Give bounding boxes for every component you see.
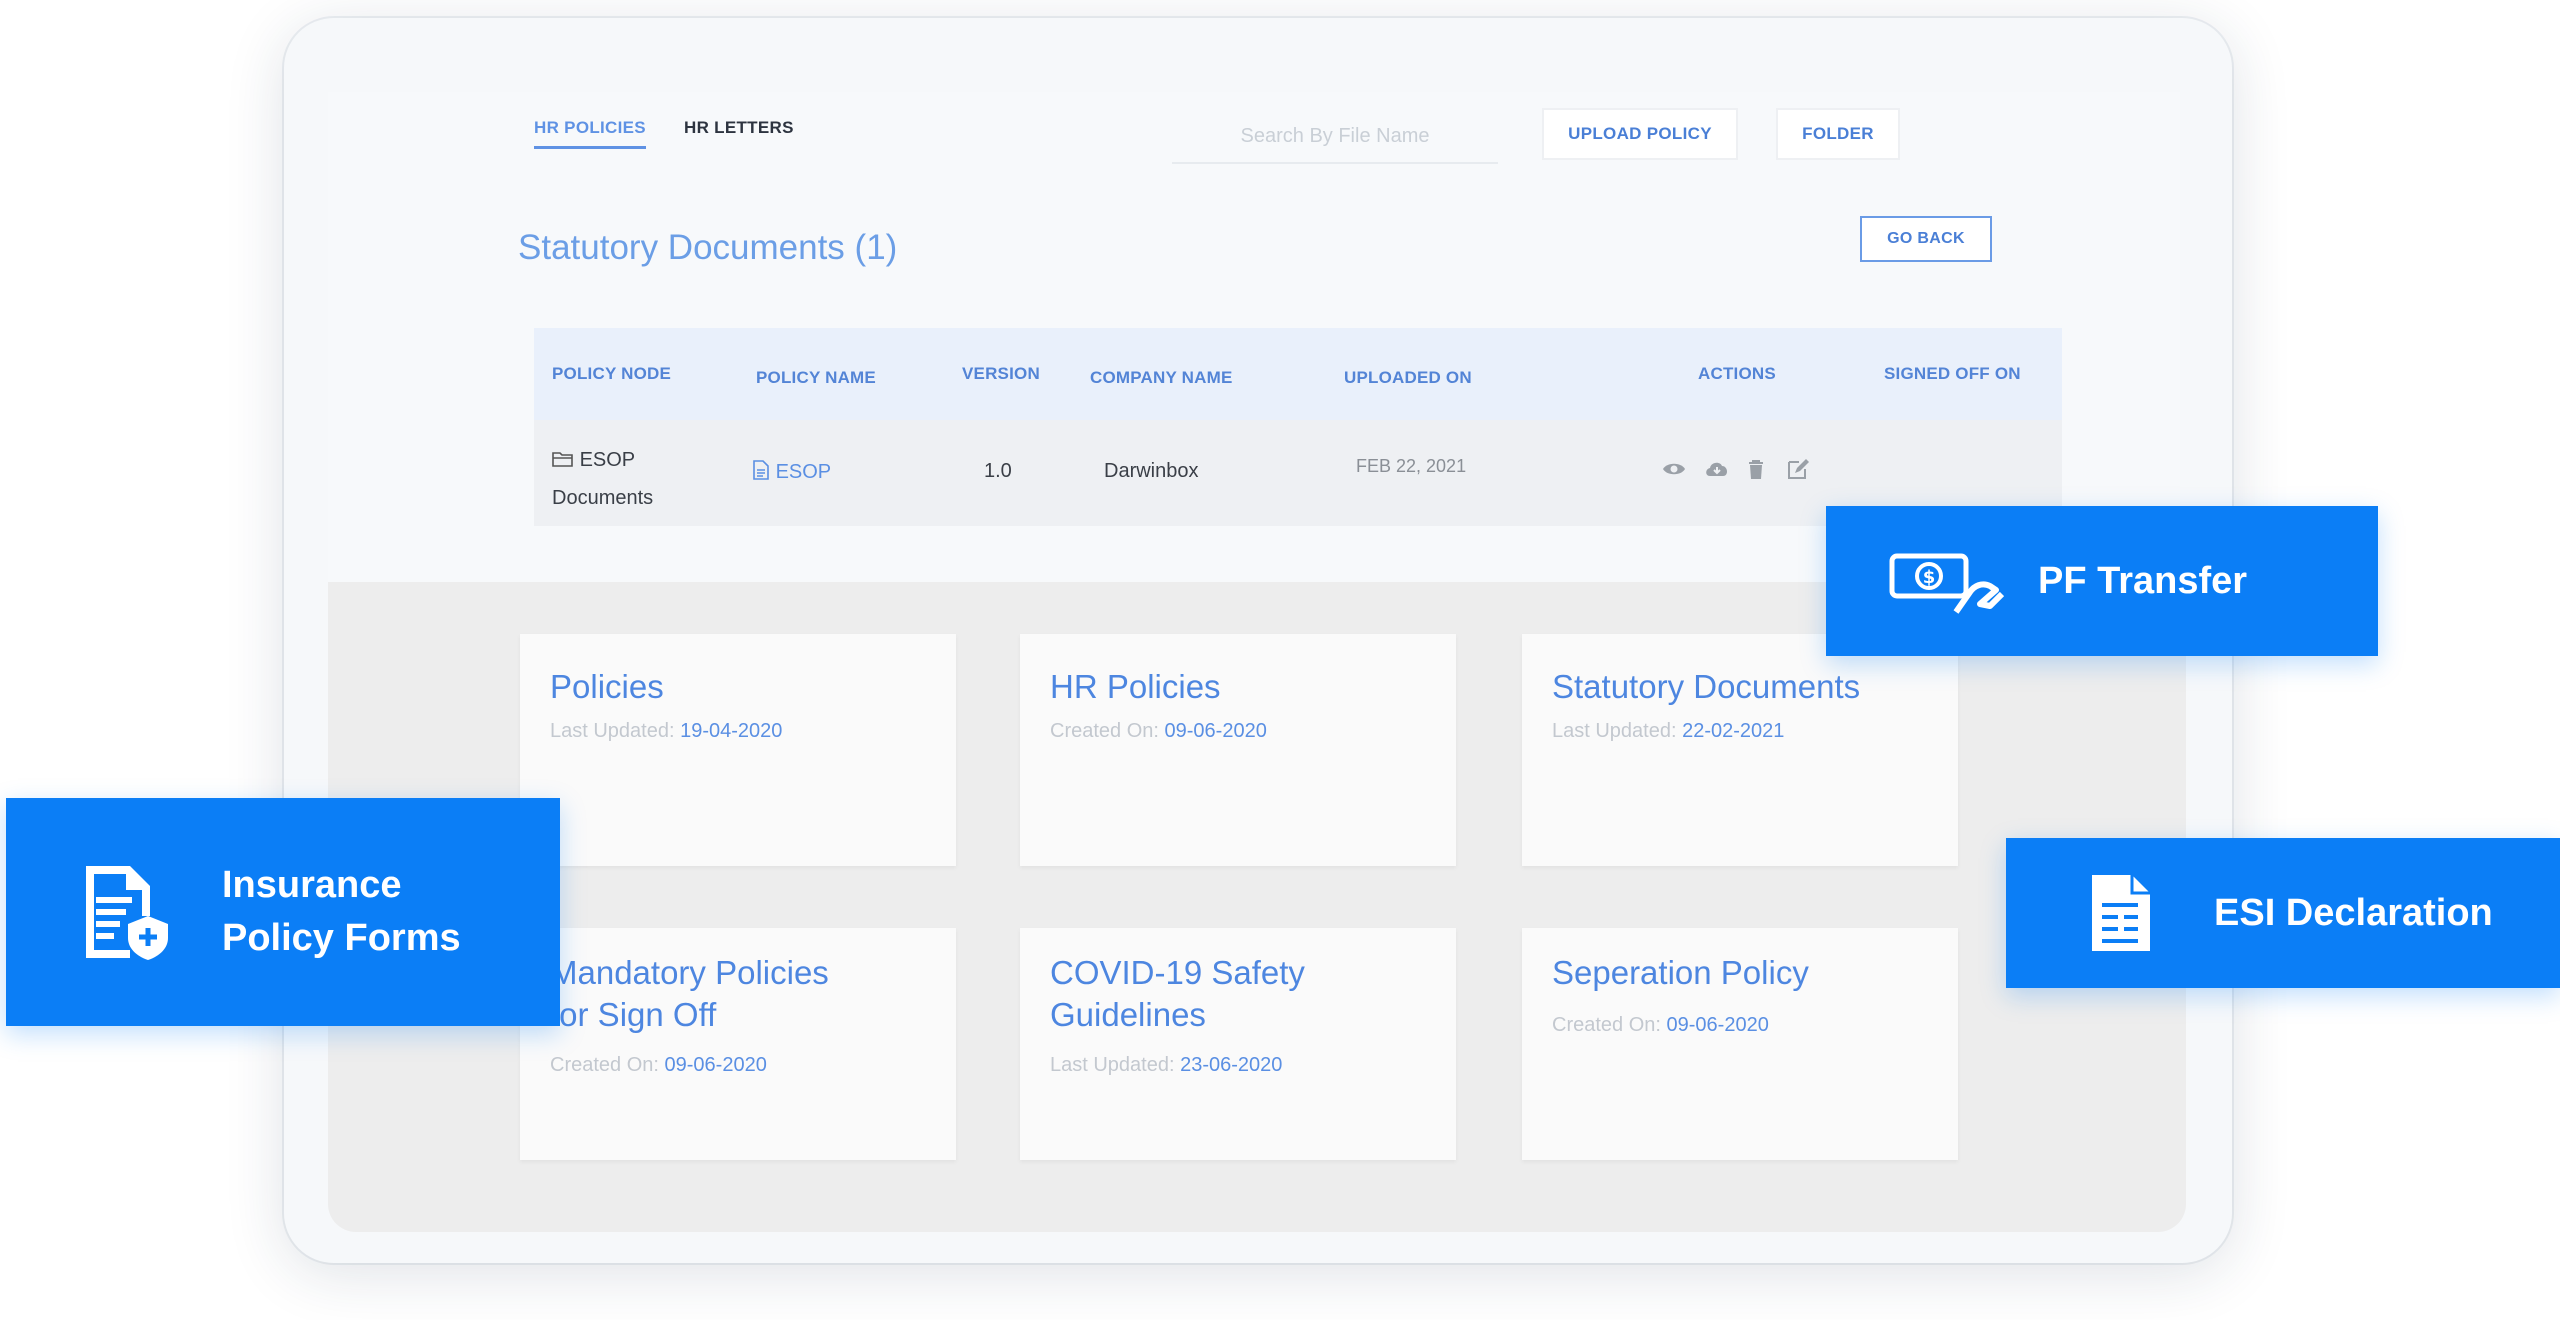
insurance-policy-forms-label: Insurance Policy Forms: [222, 864, 461, 959]
edit-icon[interactable]: [1786, 458, 1809, 480]
version-cell: 1.0: [984, 460, 1012, 482]
company-cell: Darwinbox: [1104, 460, 1199, 482]
col-version[interactable]: VERSION: [962, 364, 1040, 384]
card-mandatory-policies[interactable]: Mandatory Policies for Sign Off Created O…: [520, 928, 956, 1160]
policy-node-subname: Documents: [552, 487, 654, 509]
col-actions: ACTIONS: [1698, 364, 1776, 383]
document-icon: [752, 460, 770, 486]
col-policy-name[interactable]: POLICY NAME: [756, 368, 876, 388]
card-meta: Last Updated: 23-06-2020: [1050, 1054, 1283, 1076]
cloud-download-icon[interactable]: [1704, 458, 1728, 480]
card-policies[interactable]: Policies Last Updated: 19-04-2020: [520, 634, 956, 866]
card-hr-policies[interactable]: HR Policies Created On: 09-06-2020: [1020, 634, 1456, 866]
col-policy-node[interactable]: POLICY NODE: [552, 364, 671, 384]
col-uploaded-on[interactable]: UPLOADED ON: [1344, 368, 1472, 388]
card-title: Statutory Documents: [1552, 668, 1861, 705]
card-meta: Last Updated: 22-02-2021: [1552, 720, 1785, 742]
eye-icon[interactable]: [1662, 458, 1685, 480]
card-title: HR Policies: [1050, 668, 1221, 705]
upload-policy-button[interactable]: UPLOAD POLICY: [1542, 108, 1738, 160]
insurance-document-icon: [82, 864, 172, 960]
card-meta: Last Updated: 19-04-2020: [550, 720, 783, 742]
tab-hr-policies[interactable]: HR POLICIES: [534, 118, 646, 149]
policy-name-link[interactable]: ESOP: [752, 460, 831, 486]
form-document-icon: [2088, 873, 2154, 953]
card-title: Seperation Policy: [1552, 954, 1809, 991]
card-title: Mandatory Policies for Sign Off: [550, 954, 829, 1033]
folder-icon: [552, 444, 574, 480]
col-company-name[interactable]: COMPANY NAME: [1090, 368, 1233, 388]
card-statutory-documents[interactable]: Statutory Documents Last Updated: 22-02-…: [1522, 634, 1958, 866]
esi-declaration-badge: ESI Declaration: [2006, 838, 2560, 988]
card-title: COVID-19 Safety Guidelines: [1050, 954, 1305, 1033]
uploaded-on-cell: FEB 22, 2021: [1356, 456, 1467, 476]
card-meta: Created On: 09-06-2020: [1050, 720, 1267, 742]
trash-icon[interactable]: [1746, 458, 1768, 480]
col-signed-off-on[interactable]: SIGNED OFF ON: [1884, 364, 2021, 384]
tab-hr-letters[interactable]: HR LETTERS: [684, 118, 794, 138]
pf-transfer-badge: $ PF Transfer: [1826, 506, 2378, 656]
card-seperation-policy[interactable]: Seperation Policy Created On: 09-06-2020: [1522, 928, 1958, 1160]
folder-button[interactable]: FOLDER: [1776, 108, 1900, 160]
search-input[interactable]: [1172, 110, 1498, 164]
pf-transfer-label: PF Transfer: [2038, 559, 2248, 602]
card-covid-guidelines[interactable]: COVID-19 Safety Guidelines Last Updated: …: [1020, 928, 1456, 1160]
policy-node-cell[interactable]: ESOP Documents: [552, 442, 692, 516]
insurance-policy-forms-badge: Insurance Policy Forms: [6, 798, 560, 1026]
policy-name-text: ESOP: [775, 461, 832, 483]
money-transfer-icon: $: [1886, 546, 2004, 616]
svg-text:$: $: [1923, 567, 1936, 588]
policy-node-name: ESOP: [579, 449, 636, 471]
esi-declaration-label: ESI Declaration: [2214, 891, 2493, 934]
card-meta: Created On: 09-06-2020: [550, 1054, 767, 1076]
go-back-button[interactable]: GO BACK: [1860, 216, 1992, 262]
card-meta: Created On: 09-06-2020: [1552, 1014, 1769, 1036]
page-title: Statutory Documents (1): [518, 228, 898, 267]
card-title: Policies: [550, 668, 664, 705]
